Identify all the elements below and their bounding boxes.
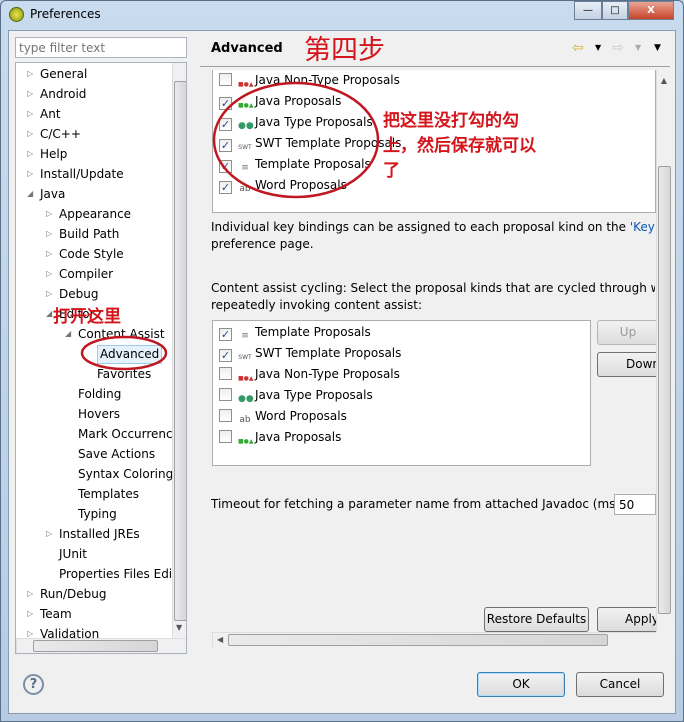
annotation-overlay: [80, 81, 380, 371]
annotation-instruction-2: 上，然后保存就可以: [383, 136, 536, 156]
annotation-instruction-1: 把这里没打勾的勾: [383, 111, 519, 131]
annotation-ellipse-proposals: [212, 81, 380, 199]
annotation-step: 第四步: [304, 35, 385, 66]
annotation-instruction-3: 了: [383, 161, 400, 181]
annotation-ellipse-advanced: [80, 335, 168, 371]
annotation-open-here: 打开这里: [53, 307, 121, 327]
